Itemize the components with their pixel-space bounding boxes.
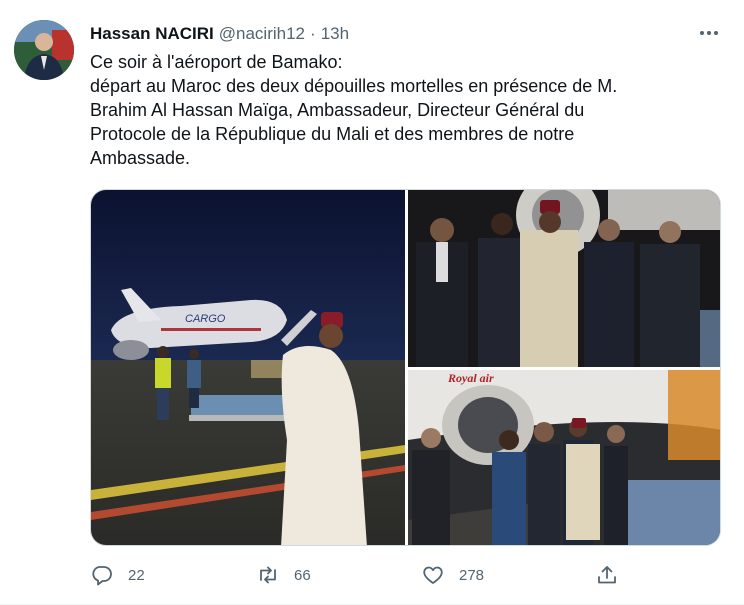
more-icon[interactable]: [696, 22, 722, 44]
like-count: 278: [459, 566, 485, 584]
like-button[interactable]: 278: [421, 560, 484, 590]
retweet-button[interactable]: 66: [256, 560, 311, 590]
avatar-image: [14, 20, 74, 80]
tweet-text-line: Brahim Al Hassan Maïga, Ambassadeur, Dir…: [90, 100, 585, 120]
tweet-header: Hassan NACIRI @nacirih12 · 13h: [90, 24, 349, 44]
reply-button[interactable]: 22: [90, 560, 145, 590]
media-grid: CARGO Royal air: [90, 189, 721, 546]
retweet-count: 66: [294, 566, 311, 584]
author-name[interactable]: Hassan NACIRI: [90, 24, 214, 44]
photo-delegation-prayer[interactable]: [408, 190, 720, 367]
tweet-text-line: départ au Maroc des deux dépouilles mort…: [90, 76, 618, 96]
separator-dot: ·: [310, 24, 316, 43]
tweet-text: Ce soir à l'aéroport de Bamako: départ a…: [90, 50, 710, 170]
photo-delegation-plane[interactable]: Royal air: [408, 370, 720, 545]
cargo-label: CARGO: [185, 313, 226, 325]
tweet-text-line: Ambassade.: [90, 148, 191, 168]
reply-count: 22: [128, 566, 145, 584]
plane-label: Royal air: [447, 371, 494, 385]
reply-icon: [92, 566, 112, 586]
heart-icon: [423, 566, 443, 584]
avatar[interactable]: [14, 20, 74, 80]
share-button[interactable]: [595, 560, 619, 590]
tweet-text-line: Ce soir à l'aéroport de Bamako:: [90, 52, 343, 72]
photo-cargo-plane[interactable]: CARGO: [91, 190, 405, 545]
author-handle[interactable]: @nacirih12: [219, 24, 305, 44]
tweet-actions: 22 66 278: [90, 560, 630, 590]
share-icon: [598, 566, 616, 584]
tweet-time[interactable]: 13h: [321, 24, 349, 44]
tweet[interactable]: Hassan NACIRI @nacirih12 · 13h Ce soir à…: [0, 0, 744, 605]
retweet-icon: [260, 566, 276, 584]
tweet-text-line: Protocole de la République du Mali et de…: [90, 124, 575, 144]
